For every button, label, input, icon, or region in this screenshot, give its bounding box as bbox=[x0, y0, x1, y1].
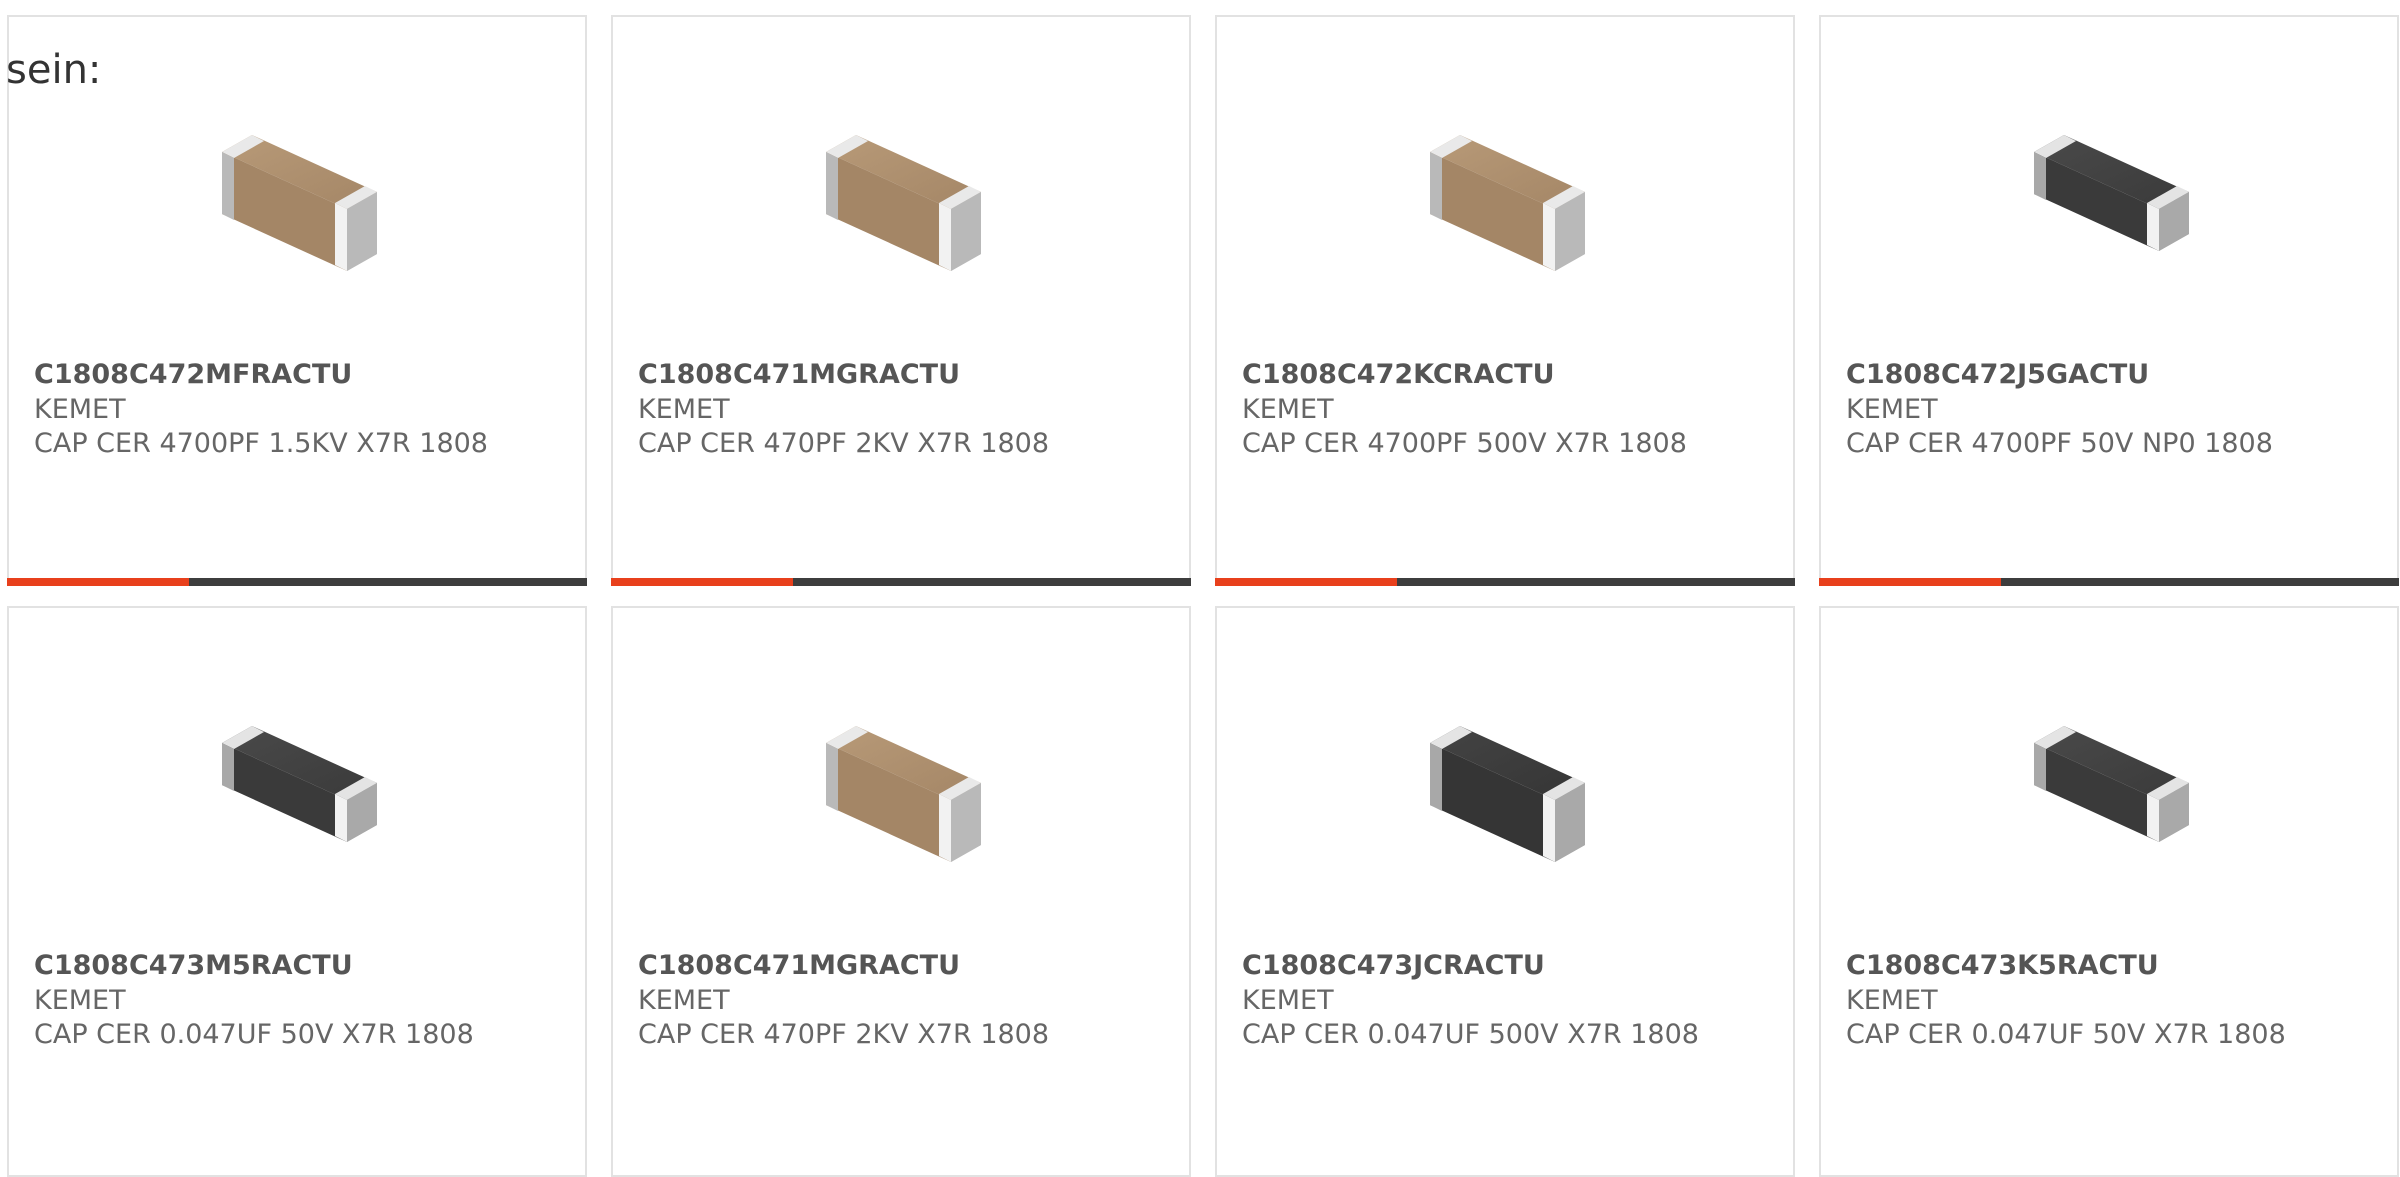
capacitor-chip-icon bbox=[1400, 688, 1610, 898]
card-accent-bar bbox=[7, 578, 189, 586]
description: CAP CER 470PF 2KV X7R 1808 bbox=[638, 428, 1050, 459]
part-number: C1808C473M5RACTU bbox=[34, 950, 353, 981]
card-accent-bar bbox=[1819, 578, 2001, 586]
card-accent-bar bbox=[611, 578, 793, 586]
part-number: C1808C472MFRACTU bbox=[34, 359, 353, 390]
capacitor-chip-icon bbox=[192, 97, 402, 307]
manufacturer: KEMET bbox=[1242, 985, 1334, 1016]
product-card[interactable]: C1808C473M5RACTU KEMET CAP CER 0.047UF 5… bbox=[7, 606, 587, 1177]
manufacturer: KEMET bbox=[34, 985, 126, 1016]
manufacturer: KEMET bbox=[34, 394, 126, 425]
capacitor-chip-icon bbox=[192, 688, 402, 898]
intro-text: sein: bbox=[6, 47, 102, 93]
manufacturer: KEMET bbox=[1846, 985, 1938, 1016]
part-number: C1808C471MGRACTU bbox=[638, 359, 961, 390]
product-card[interactable]: C1808C473K5RACTU KEMET CAP CER 0.047UF 5… bbox=[1819, 606, 2399, 1177]
product-grid: C1808C472MFRACTU KEMET CAP CER 4700PF 1.… bbox=[7, 15, 2400, 1177]
description: CAP CER 4700PF 500V X7R 1808 bbox=[1242, 428, 1687, 459]
description: CAP CER 0.047UF 50V X7R 1808 bbox=[34, 1019, 474, 1050]
product-card[interactable]: C1808C472MFRACTU KEMET CAP CER 4700PF 1.… bbox=[7, 15, 587, 586]
manufacturer: KEMET bbox=[1846, 394, 1938, 425]
product-card[interactable]: C1808C471MGRACTU KEMET CAP CER 470PF 2KV… bbox=[611, 606, 1191, 1177]
card-footer-bar bbox=[1215, 578, 1795, 586]
capacitor-chip-icon bbox=[796, 688, 1006, 898]
part-number: C1808C472J5GACTU bbox=[1846, 359, 2150, 390]
card-footer-bar bbox=[1819, 578, 2399, 586]
capacitor-chip-icon bbox=[796, 97, 1006, 307]
product-card[interactable]: C1808C472J5GACTU KEMET CAP CER 4700PF 50… bbox=[1819, 15, 2399, 586]
description: CAP CER 0.047UF 50V X7R 1808 bbox=[1846, 1019, 2286, 1050]
capacitor-chip-icon bbox=[1400, 97, 1610, 307]
product-card[interactable]: C1808C471MGRACTU KEMET CAP CER 470PF 2KV… bbox=[611, 15, 1191, 586]
part-number: C1808C473K5RACTU bbox=[1846, 950, 2159, 981]
description: CAP CER 470PF 2KV X7R 1808 bbox=[638, 1019, 1050, 1050]
manufacturer: KEMET bbox=[1242, 394, 1334, 425]
part-number: C1808C471MGRACTU bbox=[638, 950, 961, 981]
capacitor-chip-icon bbox=[2004, 688, 2214, 898]
card-footer-bar bbox=[7, 578, 587, 586]
card-accent-bar bbox=[1215, 578, 1397, 586]
product-card[interactable]: C1808C473JCRACTU KEMET CAP CER 0.047UF 5… bbox=[1215, 606, 1795, 1177]
description: CAP CER 4700PF 50V NP0 1808 bbox=[1846, 428, 2273, 459]
manufacturer: KEMET bbox=[638, 985, 730, 1016]
card-footer-bar bbox=[611, 578, 1191, 586]
product-card[interactable]: C1808C472KCRACTU KEMET CAP CER 4700PF 50… bbox=[1215, 15, 1795, 586]
description: CAP CER 4700PF 1.5KV X7R 1808 bbox=[34, 428, 488, 459]
manufacturer: KEMET bbox=[638, 394, 730, 425]
capacitor-chip-icon bbox=[2004, 97, 2214, 307]
part-number: C1808C472KCRACTU bbox=[1242, 359, 1555, 390]
part-number: C1808C473JCRACTU bbox=[1242, 950, 1545, 981]
description: CAP CER 0.047UF 500V X7R 1808 bbox=[1242, 1019, 1699, 1050]
